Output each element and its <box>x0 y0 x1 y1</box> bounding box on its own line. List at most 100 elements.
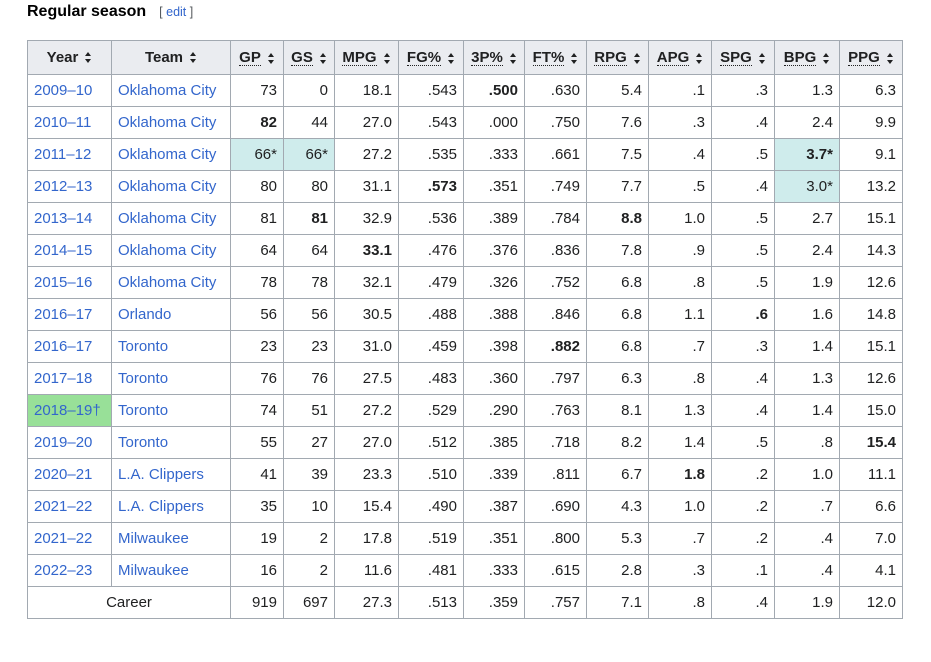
cell-team: Oklahoma City <box>111 170 231 203</box>
header-gs[interactable]: GS <box>283 40 335 75</box>
cell-team: Toronto <box>111 394 231 427</box>
cell-rpg: 5.3 <box>586 522 649 555</box>
cell-gp: 73 <box>230 74 284 107</box>
cell-mpg: 31.0 <box>334 330 399 363</box>
cell-ppg: 12.6 <box>839 266 903 299</box>
cell-ppg: 15.1 <box>839 330 903 363</box>
cell-fg: .529 <box>398 394 464 427</box>
cell-rpg: 6.3 <box>586 362 649 395</box>
cell-bpg: 1.3 <box>774 362 840 395</box>
cell-year: 2016–17 <box>27 298 112 331</box>
cell-bpg: .7 <box>774 490 840 523</box>
cell-gp: 55 <box>230 426 284 459</box>
header-ppg[interactable]: PPG <box>839 40 903 75</box>
cell-3p: .389 <box>463 202 525 235</box>
cell-3p: .351 <box>463 170 525 203</box>
table-row: 2010–11 Oklahoma City 82 44 27.0 .543 .0… <box>27 106 903 139</box>
cell-bpg: 2.4 <box>774 106 840 139</box>
cell-year: 2019–20 <box>27 426 112 459</box>
cell-ppg: 14.8 <box>839 298 903 331</box>
header-team[interactable]: Team <box>111 40 231 75</box>
header-ft[interactable]: FT% <box>524 40 587 75</box>
cell-spg: .4 <box>711 394 775 427</box>
cell-rpg: 8.1 <box>586 394 649 427</box>
cell-gp: 16 <box>230 554 284 587</box>
cell-gs: 697 <box>283 586 335 619</box>
cell-gs: 80 <box>283 170 335 203</box>
header-bpg[interactable]: BPG <box>774 40 840 75</box>
cell-ppg: 13.2 <box>839 170 903 203</box>
sort-icon <box>448 53 455 64</box>
cell-mpg: 32.9 <box>334 202 399 235</box>
cell-ft: .763 <box>524 394 587 427</box>
edit-section: [ edit ] <box>159 5 194 19</box>
header-apg[interactable]: APG <box>648 40 712 75</box>
cell-year: 2017–18 <box>27 362 112 395</box>
cell-mpg: 27.2 <box>334 138 399 171</box>
header-year[interactable]: Year <box>27 40 112 75</box>
cell-apg: .5 <box>648 170 712 203</box>
cell-team: L.A. Clippers <box>111 458 231 491</box>
cell-gs: 44 <box>283 106 335 139</box>
cell-spg: .5 <box>711 426 775 459</box>
cell-bpg: 1.0 <box>774 458 840 491</box>
cell-mpg: 33.1 <box>334 234 399 267</box>
cell-ft: .615 <box>524 554 587 587</box>
cell-rpg: 6.8 <box>586 298 649 331</box>
cell-apg: .4 <box>648 138 712 171</box>
cell-bpg: 1.9 <box>774 266 840 299</box>
cell-mpg: 17.8 <box>334 522 399 555</box>
cell-year: 2015–16 <box>27 266 112 299</box>
cell-rpg: 8.2 <box>586 426 649 459</box>
header-rpg[interactable]: RPG <box>586 40 649 75</box>
table-header-row: Year Team GP GS MPG FG% 3P% FT% RPG APG … <box>27 40 903 75</box>
cell-ft: .836 <box>524 234 587 267</box>
cell-year: 2013–14 <box>27 202 112 235</box>
cell-year-champion: 2018–19† <box>27 394 112 427</box>
edit-link[interactable]: edit <box>166 5 186 19</box>
cell-spg: .3 <box>711 74 775 107</box>
cell-gs: 2 <box>283 554 335 587</box>
cell-mpg: 27.3 <box>334 586 399 619</box>
cell-rpg: 6.7 <box>586 458 649 491</box>
table-row: 2011–12 Oklahoma City 66* 66* 27.2 .535 … <box>27 138 903 171</box>
header-3p[interactable]: 3P% <box>463 40 525 75</box>
cell-3p: .359 <box>463 586 525 619</box>
cell-gp: 81 <box>230 202 284 235</box>
cell-gs: 78 <box>283 266 335 299</box>
cell-bpg: .8 <box>774 426 840 459</box>
cell-bpg: 2.4 <box>774 234 840 267</box>
cell-gp: 919 <box>230 586 284 619</box>
cell-rpg: 4.3 <box>586 490 649 523</box>
cell-gs: 0 <box>283 74 335 107</box>
cell-ppg: 6.3 <box>839 74 903 107</box>
cell-ft: .846 <box>524 298 587 331</box>
cell-3p: .000 <box>463 106 525 139</box>
header-gp[interactable]: GP <box>230 40 284 75</box>
table-row: 2016–17 Toronto 23 23 31.0 .459 .398 .88… <box>27 330 903 363</box>
cell-spg: .5 <box>711 234 775 267</box>
cell-mpg: 23.3 <box>334 458 399 491</box>
sort-icon <box>85 52 92 63</box>
cell-spg: .5 <box>711 138 775 171</box>
cell-gp: 41 <box>230 458 284 491</box>
sort-icon <box>509 53 517 64</box>
cell-fg: .490 <box>398 490 464 523</box>
sort-icon <box>696 53 703 64</box>
header-spg[interactable]: SPG <box>711 40 775 75</box>
cell-fg: .479 <box>398 266 464 299</box>
cell-ppg: 14.3 <box>839 234 903 267</box>
cell-ft: .784 <box>524 202 587 235</box>
cell-apg: 1.1 <box>648 298 712 331</box>
cell-fg: .510 <box>398 458 464 491</box>
sort-icon <box>319 53 327 64</box>
sort-icon <box>383 53 391 64</box>
sort-icon <box>758 53 766 64</box>
cell-year: 2022–23 <box>27 554 112 587</box>
career-row: Career 919 697 27.3 .513 .359 .757 7.1 .… <box>27 586 903 619</box>
cell-fg: .483 <box>398 362 464 395</box>
cell-fg: .543 <box>398 106 464 139</box>
header-mpg[interactable]: MPG <box>334 40 399 75</box>
header-fg[interactable]: FG% <box>398 40 464 75</box>
cell-spg: .4 <box>711 362 775 395</box>
